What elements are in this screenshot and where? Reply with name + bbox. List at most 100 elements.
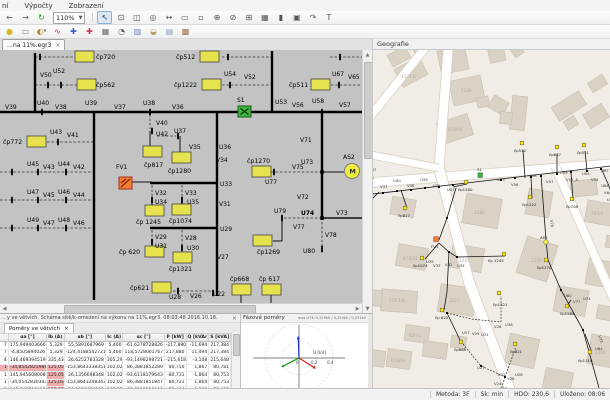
house-box[interactable] xyxy=(144,204,165,217)
note-icon[interactable]: ▤ xyxy=(162,25,177,38)
menu-item-fragment[interactable]: ní xyxy=(0,2,10,10)
layers-icon[interactable]: ▩ xyxy=(178,25,193,38)
node-tick[interactable] xyxy=(37,224,39,232)
node-tick[interactable] xyxy=(65,196,67,204)
network-node[interactable] xyxy=(556,173,558,175)
node-tick[interactable] xyxy=(37,168,39,176)
house-box[interactable] xyxy=(74,50,95,63)
map-house-node[interactable] xyxy=(581,142,587,148)
node-tick[interactable] xyxy=(151,127,153,135)
table-icon[interactable]: ▦ xyxy=(98,25,113,38)
house-box[interactable] xyxy=(310,78,331,91)
house-box[interactable] xyxy=(251,165,272,178)
node-tick[interactable] xyxy=(65,224,67,232)
network-node[interactable] xyxy=(514,177,516,179)
node-tick[interactable] xyxy=(151,238,153,246)
node-tick[interactable] xyxy=(11,168,13,176)
table-row[interactable]: 7 -4,8505894026 5,329 -124,4188542721 5,460 1… xyxy=(0,349,231,357)
map-house-node[interactable] xyxy=(543,257,549,263)
panel-splitter[interactable] xyxy=(368,313,372,388)
table-vscrollbar[interactable] xyxy=(231,332,240,389)
map-house-node[interactable] xyxy=(501,251,507,257)
anchor-blue-icon[interactable]: ✚ xyxy=(66,25,81,38)
select-tool-icon[interactable]: ↖ xyxy=(97,11,113,24)
column-header[interactable]: Ib (A) xyxy=(46,334,65,342)
matrix-icon[interactable]: ▦ xyxy=(257,11,272,24)
map-house-node[interactable] xyxy=(439,307,445,313)
tab-pomery-ve-vetvich[interactable]: Poměry ve větvích × xyxy=(4,323,74,333)
insert-ring-icon[interactable]: ◎ xyxy=(145,11,160,24)
network-node[interactable] xyxy=(446,217,448,219)
map-house-node[interactable] xyxy=(564,303,570,309)
node-tick[interactable] xyxy=(11,196,13,204)
insert-branch-icon[interactable]: ▭ xyxy=(177,11,192,24)
house-box[interactable] xyxy=(172,251,193,264)
house-box[interactable] xyxy=(261,283,282,296)
zoom-combobox[interactable]: 110% ▼ xyxy=(53,11,86,24)
column-header[interactable]: αa [°] xyxy=(8,334,48,342)
house-box[interactable] xyxy=(252,234,273,247)
anchor-red-icon[interactable]: ✚ xyxy=(82,25,97,38)
insert-element-icon[interactable]: ▫ xyxy=(193,11,208,24)
refresh-icon[interactable]: ↻ xyxy=(34,11,49,24)
map-house-node[interactable] xyxy=(587,349,593,355)
panel-close-icon[interactable]: × xyxy=(232,315,240,322)
chart-icon[interactable]: ∿ xyxy=(50,25,65,38)
table-row[interactable]: 1-34,8542825988125,058-153,8643338351102… xyxy=(0,364,231,372)
map-house-node[interactable] xyxy=(496,290,502,296)
photo-icon[interactable]: ▨ xyxy=(130,25,145,38)
house-box[interactable] xyxy=(142,145,163,158)
node-tick[interactable] xyxy=(65,168,67,176)
table-row[interactable]: 4146,4693945193335,43626,6252783328305,2… xyxy=(0,356,231,365)
node-tick[interactable] xyxy=(60,81,62,89)
map-motor-as2[interactable] xyxy=(543,239,549,245)
table-scroll-thumb[interactable] xyxy=(232,334,240,356)
sun-icon[interactable]: ◒ xyxy=(146,25,161,38)
back-icon[interactable]: ← xyxy=(2,11,17,24)
insert-station-icon[interactable]: ◫ xyxy=(129,11,144,24)
scroll-up-icon[interactable]: ▲ xyxy=(363,50,372,59)
node-tick[interactable] xyxy=(47,81,49,89)
bar-icon[interactable]: ▮ xyxy=(273,11,288,24)
connector-icon[interactable]: ↔ xyxy=(161,11,176,24)
house-box[interactable] xyxy=(171,151,192,164)
schematic-canvas[interactable]: čp720 čp512 čp562 čp1222 čp511 čp772 čp817 čp12… xyxy=(0,50,362,303)
branch-results-table[interactable]: αa [°] Ib (A) αb [°] Ic (A) αc [°] P [kW] Q [k… xyxy=(0,334,231,395)
table-tab-close-icon[interactable]: × xyxy=(64,326,69,332)
node-tick[interactable] xyxy=(339,53,341,61)
map-house-node[interactable] xyxy=(527,194,533,200)
disable-icon[interactable]: ⊘ xyxy=(225,11,240,24)
node-tick[interactable] xyxy=(321,245,323,253)
node-tick[interactable] xyxy=(281,214,283,222)
schematic-panel[interactable]: čp720 čp512 čp562 čp1222 čp511 čp772 čp817 čp12… xyxy=(0,50,362,303)
junction-node[interactable] xyxy=(320,216,324,220)
network-node[interactable] xyxy=(382,192,384,194)
network-node[interactable] xyxy=(424,187,426,189)
insert-grid-icon[interactable]: ⊞ xyxy=(241,11,256,24)
node-tick[interactable] xyxy=(229,81,231,89)
column-header[interactable]: Q [kVAr] xyxy=(186,334,210,342)
gauge-icon[interactable]: ◔ xyxy=(114,25,129,38)
frame-icon[interactable]: ▭ xyxy=(18,25,33,38)
scroll-down-icon[interactable]: ▼ xyxy=(363,304,372,313)
forward-icon[interactable]: → xyxy=(18,11,33,24)
insert-source-icon[interactable]: ⊕ xyxy=(209,11,224,24)
network-node[interactable] xyxy=(446,312,448,314)
map-house-node[interactable] xyxy=(419,255,425,261)
map-house-node[interactable] xyxy=(554,144,560,150)
column-header[interactable]: αc [°] xyxy=(122,334,165,342)
network-node[interactable] xyxy=(540,175,542,177)
table-row[interactable]: 1145,9456080088125,05826,1356698348102,0… xyxy=(0,371,231,380)
map-house-node[interactable] xyxy=(402,205,408,211)
tab-schematic[interactable]: …na 11%.egr3 × xyxy=(2,39,66,50)
node-tick[interactable] xyxy=(181,196,183,204)
node-tick[interactable] xyxy=(11,224,13,232)
node-tick[interactable] xyxy=(149,108,151,116)
menu-item-zobrazeni[interactable]: Zobrazení xyxy=(67,2,106,10)
node-tick[interactable] xyxy=(338,81,340,89)
map-house-node[interactable] xyxy=(463,179,469,185)
house-box[interactable] xyxy=(76,78,97,91)
table-row[interactable]: 1-34,0542830303125,058-153,8643248343102… xyxy=(0,379,231,387)
map-canvas[interactable]: 1171 B11991124/91280 785/4674/42 1245 12701… xyxy=(362,35,610,400)
lamp-menu-icon[interactable]: ◐ ▾ xyxy=(34,25,49,38)
